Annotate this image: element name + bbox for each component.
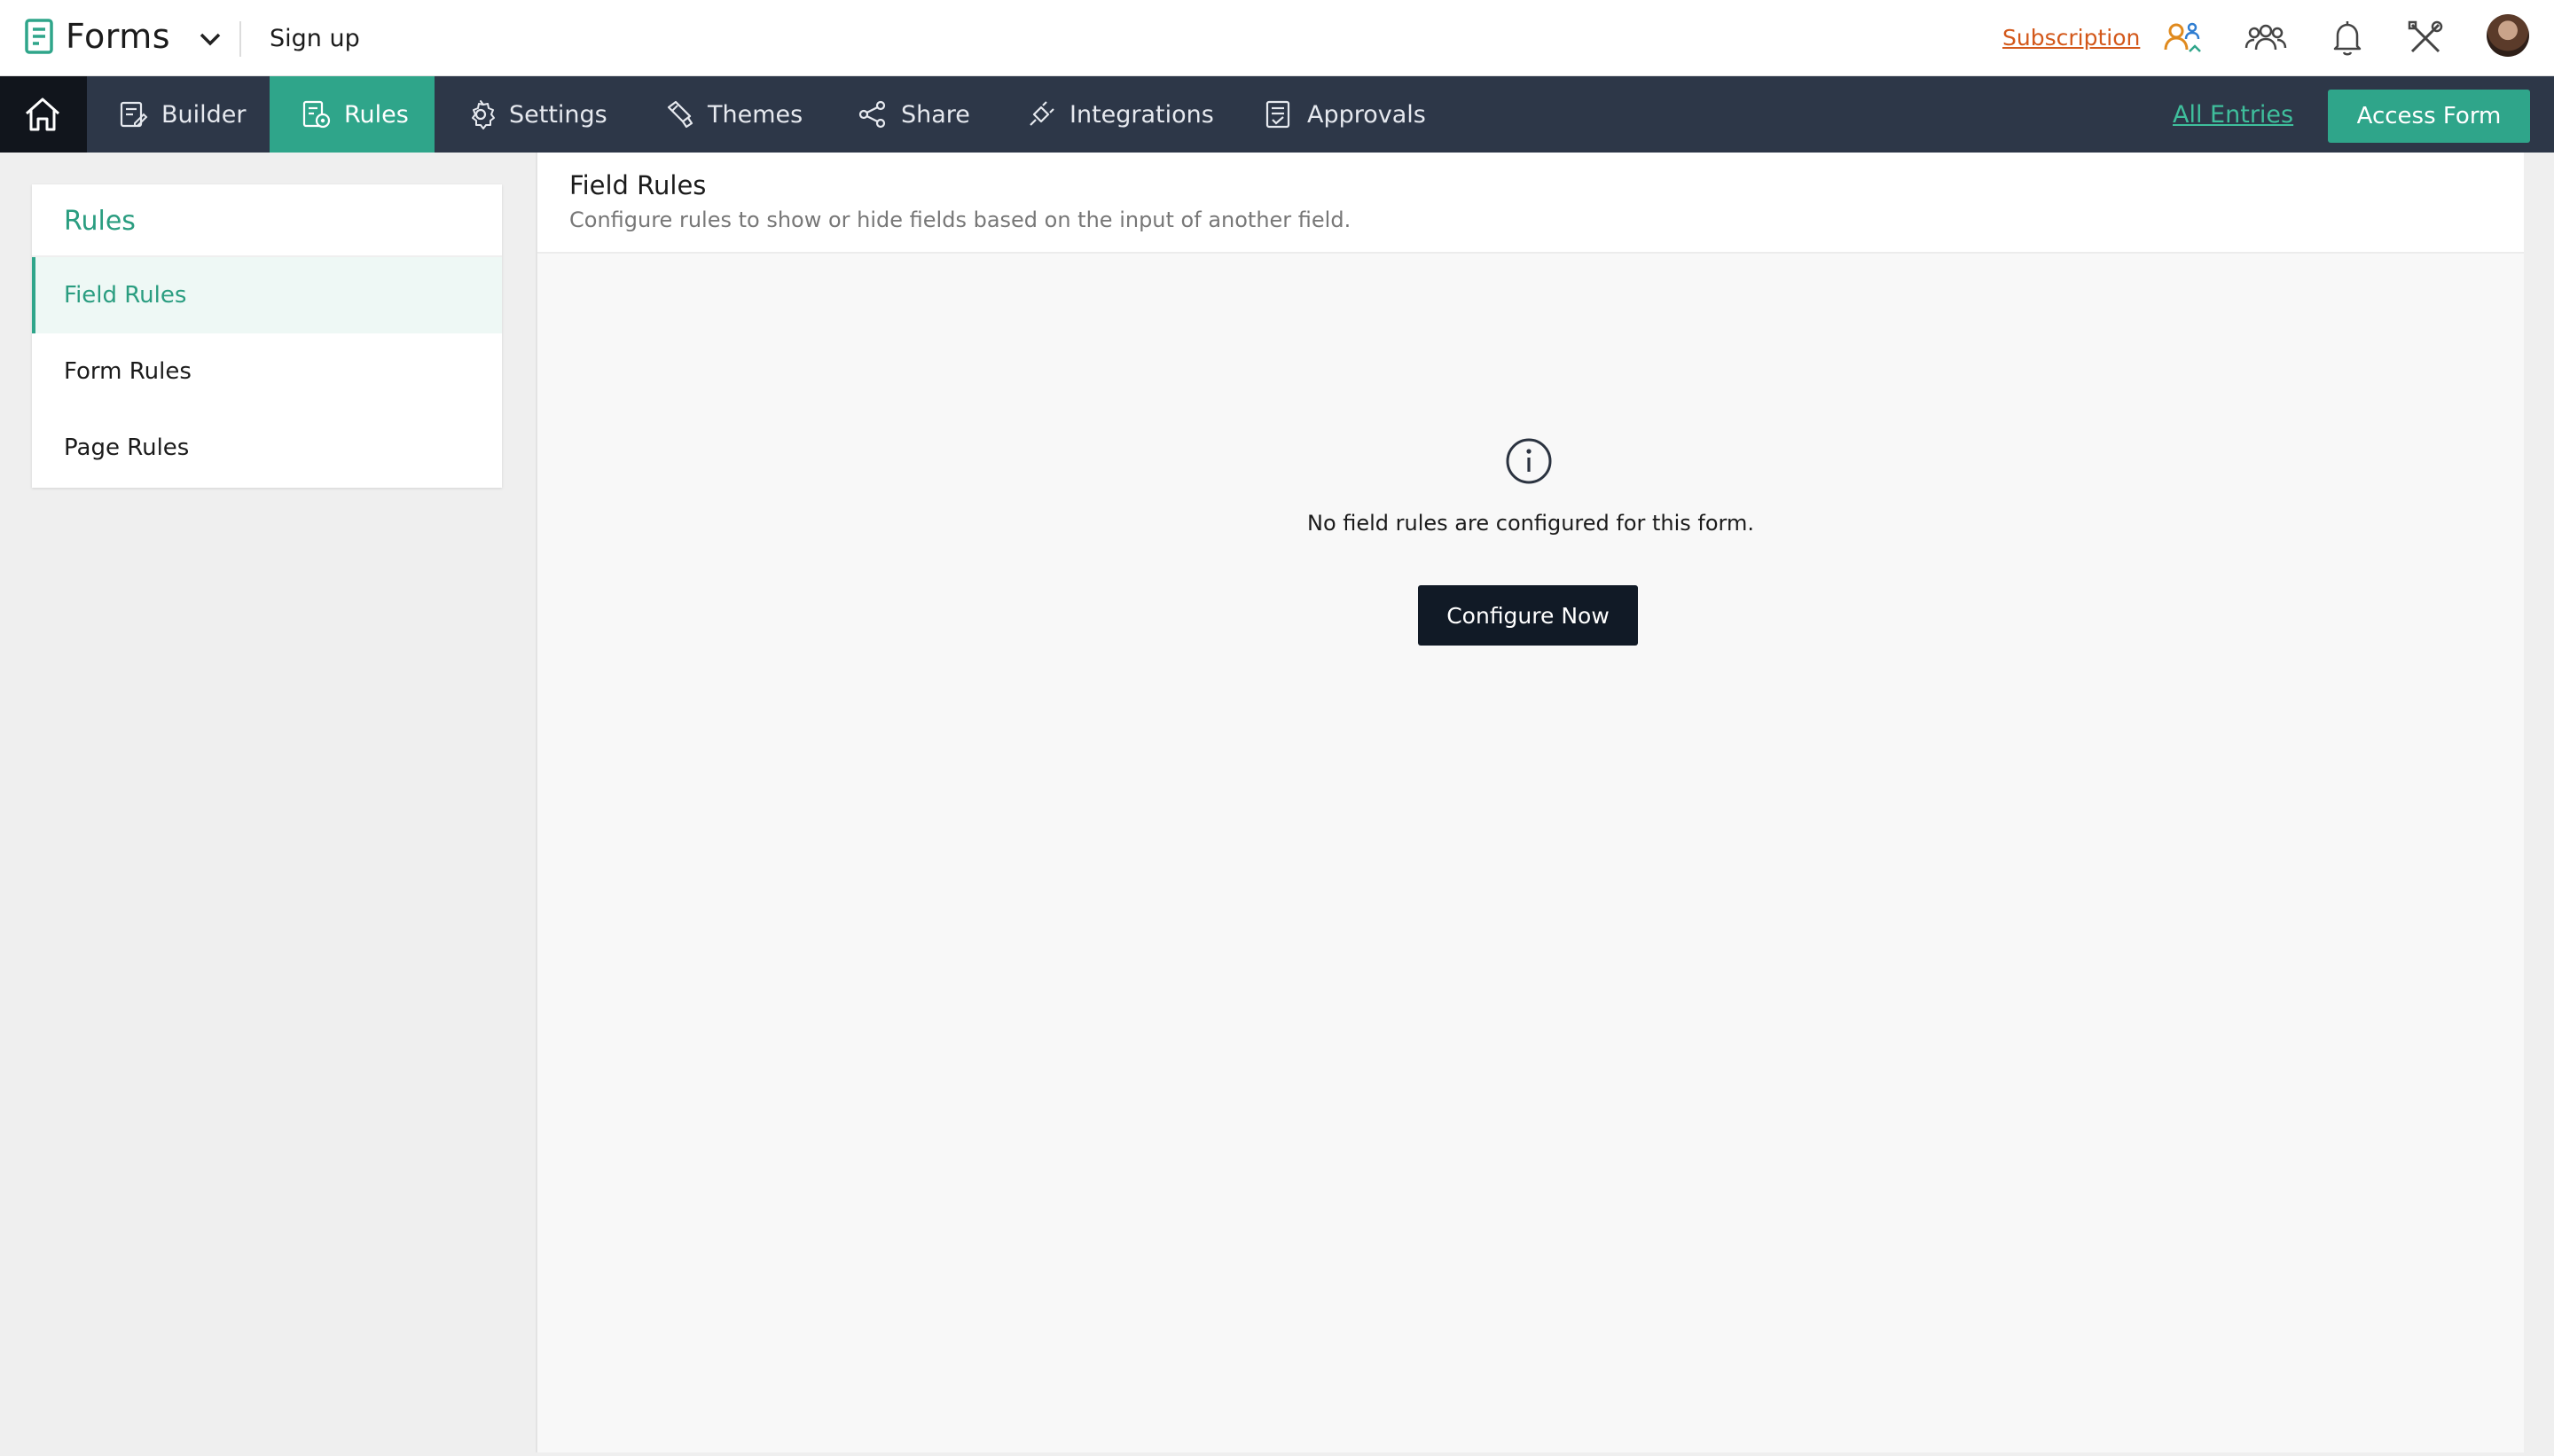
builder-icon [120, 101, 148, 128]
top-bar: Forms Sign up Subscription [0, 0, 2554, 76]
page-description: Configure rules to show or hide fields b… [569, 207, 1351, 232]
empty-state-message: No field rules are configured for this f… [1306, 511, 1755, 536]
info-icon [1504, 436, 1554, 486]
tab-settings-label: Settings [509, 100, 607, 129]
avatar[interactable] [2487, 14, 2529, 57]
brand-name[interactable]: Forms [66, 12, 170, 60]
tab-share-label: Share [901, 100, 970, 129]
sidebar-item-field-rules[interactable]: Field Rules [32, 257, 502, 333]
nav-bar: Builder Rules Settings Themes Share Inte… [0, 76, 2554, 153]
rules-sidebar: Rules Field Rules Form Rules Page Rules [32, 184, 502, 488]
tab-themes-label: Themes [708, 100, 803, 129]
tab-builder[interactable]: Builder [87, 76, 270, 153]
approvals-icon [1265, 100, 1290, 129]
page-title: Field Rules [569, 170, 707, 200]
forms-logo-icon[interactable] [24, 18, 58, 57]
rules-icon [302, 100, 331, 129]
configure-now-button[interactable]: Configure Now [1418, 585, 1638, 646]
plug-icon [1030, 101, 1054, 126]
chevron-down-icon[interactable] [195, 27, 225, 51]
share-icon [858, 100, 886, 129]
tab-approvals[interactable]: Approvals [1250, 76, 1442, 153]
access-form-button[interactable]: Access Form [2328, 90, 2530, 143]
all-entries-link[interactable]: All Entries [2173, 98, 2293, 133]
brush-icon [667, 100, 693, 129]
tab-themes[interactable]: Themes [633, 76, 830, 153]
divider [239, 21, 241, 57]
tools-icon[interactable] [2403, 16, 2448, 60]
tab-rules[interactable]: Rules [270, 76, 435, 153]
sidebar-item-form-rules[interactable]: Form Rules [32, 333, 502, 410]
user-switch-icon[interactable] [2160, 16, 2205, 60]
main-panel: Field Rules Configure rules to show or h… [536, 153, 2524, 1452]
tab-share[interactable]: Share [830, 76, 1004, 153]
home-icon [26, 98, 59, 131]
team-icon[interactable] [2244, 16, 2288, 60]
subscription-link[interactable]: Subscription [2002, 21, 2140, 55]
tab-integrations-label: Integrations [1069, 100, 1214, 129]
tab-settings[interactable]: Settings [435, 76, 633, 153]
tab-rules-label: Rules [344, 100, 409, 129]
form-name[interactable]: Sign up [270, 21, 360, 57]
home-button[interactable] [0, 76, 87, 153]
page-header: Field Rules Configure rules to show or h… [537, 153, 2524, 254]
sidebar-item-page-rules[interactable]: Page Rules [32, 410, 502, 486]
sidebar-title: Rules [64, 206, 136, 237]
tab-approvals-label: Approvals [1307, 100, 1426, 129]
gear-icon [472, 100, 495, 129]
tab-integrations[interactable]: Integrations [1004, 76, 1250, 153]
bell-icon[interactable] [2325, 16, 2370, 60]
tab-builder-label: Builder [161, 100, 247, 129]
